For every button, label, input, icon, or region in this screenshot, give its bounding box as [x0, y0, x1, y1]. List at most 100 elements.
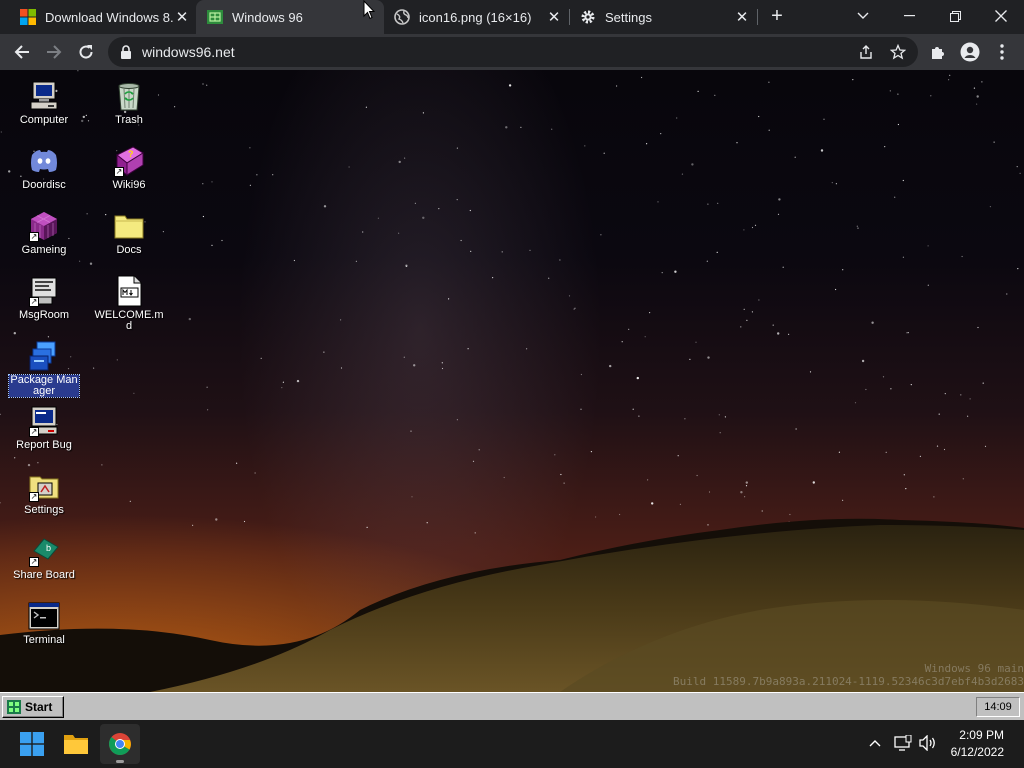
desktop-icon-label: Gameing	[21, 244, 67, 256]
desktop-icon-gameing[interactable]: ↗ Gameing	[9, 210, 79, 256]
windows96-icon	[207, 10, 223, 24]
volume-icon[interactable]	[917, 732, 939, 754]
shortcut-arrow-icon: ↗	[29, 427, 39, 437]
close-window-icon[interactable]	[978, 0, 1024, 32]
tab-icon16[interactable]: icon16.png (16×16) ✕	[384, 0, 568, 34]
gear-icon	[581, 10, 595, 24]
shortcut-arrow-icon: ↗	[29, 557, 39, 567]
kebab-menu-icon	[1000, 44, 1004, 60]
chrome-icon	[108, 733, 131, 755]
desktop-icon-welcome-md[interactable]: WELCOME.md	[94, 275, 164, 332]
extensions-button[interactable]	[924, 38, 952, 66]
reload-button[interactable]	[72, 38, 100, 66]
shortcut-arrow-icon: ↗	[29, 492, 39, 502]
close-tab-icon[interactable]: ✕	[734, 9, 750, 26]
os-taskbar: 2:09 PM 6/12/2022	[0, 720, 1024, 768]
desktop-icon-label: Docs	[116, 244, 142, 256]
package-manager-icon	[29, 341, 56, 371]
trash-icon	[118, 83, 140, 111]
globe-icon	[394, 9, 410, 25]
windows-logo-icon	[20, 732, 44, 756]
svg-text:?: ?	[128, 149, 134, 159]
w96-desktop[interactable]: Computer Doordisc ↗ Gameing ↗ MsgRoom Pa…	[0, 70, 1024, 692]
restore-icon[interactable]	[932, 0, 978, 32]
lock-icon[interactable]	[120, 45, 132, 59]
desktop-icon-label: Computer	[19, 114, 69, 126]
windows-logo-icon	[20, 9, 36, 25]
back-button[interactable]	[8, 38, 36, 66]
share-icon[interactable]	[858, 44, 874, 60]
shortcut-arrow-icon: ↗	[29, 232, 39, 242]
network-icon[interactable]	[892, 732, 914, 754]
clock-date: 6/12/2022	[950, 745, 1004, 759]
browser-toolbar: windows96.net	[0, 34, 1024, 70]
w96-clock[interactable]: 14:09	[976, 697, 1020, 717]
desktop-icon-trash[interactable]: Trash	[94, 80, 164, 126]
desktop-icon-label: Wiki96	[112, 179, 146, 191]
start-label: Start	[25, 700, 53, 714]
desktop-icon-label: Report Bug	[16, 439, 72, 451]
system-clock[interactable]: 2:09 PM 6/12/2022	[951, 727, 1004, 761]
desktop-icon-docs[interactable]: Docs	[94, 210, 164, 256]
windows-start-button[interactable]	[12, 724, 52, 764]
desktop-icon-label: Settings	[24, 504, 64, 516]
desktop-icon-label: Share Board	[13, 569, 75, 581]
tab-windows96[interactable]: Windows 96	[196, 0, 384, 34]
running-indicator	[116, 760, 124, 763]
shortcut-arrow-icon: ↗	[114, 167, 124, 177]
watermark-title: Windows 96 main	[924, 662, 1024, 675]
build-watermark: Windows 96 main Build 11589.7b9a893a.211…	[634, 662, 1024, 688]
desktop-icon-label: MsgRoom	[18, 309, 70, 321]
close-tab-icon[interactable]: ✕	[546, 9, 562, 26]
chrome-taskbar-button[interactable]	[100, 724, 140, 764]
new-tab-button[interactable]: +	[760, 0, 794, 32]
forward-button[interactable]	[40, 38, 68, 66]
desktop-icon-settings[interactable]: ↗ Settings	[9, 470, 79, 516]
desktop-icon-package-manager[interactable]: Package Manager	[8, 340, 80, 398]
arrow-right-icon	[47, 45, 62, 59]
mouse-cursor-icon	[363, 0, 375, 20]
windows96-start-icon	[7, 700, 21, 714]
tab-download-windows[interactable]: Download Windows 8.1 ✕	[2, 0, 196, 34]
profile-button[interactable]	[956, 38, 984, 66]
desktop-icon-label: Doordisc	[22, 179, 66, 191]
folder-icon	[114, 215, 144, 239]
desktop-icon-terminal[interactable]: Terminal	[9, 600, 79, 646]
tab-search-icon[interactable]	[840, 0, 886, 32]
desktop-icon-doordisc[interactable]: Doordisc	[9, 145, 79, 191]
puzzle-icon	[932, 47, 944, 59]
tab-title: Windows 96	[232, 9, 303, 25]
close-tab-icon[interactable]: ✕	[174, 9, 190, 26]
markdown-file-icon	[117, 275, 142, 307]
menu-button[interactable]	[988, 38, 1016, 66]
desktop-icon-label: Trash	[115, 114, 143, 126]
desktop-icon-label: Package Manager	[8, 374, 80, 398]
desktop-icon-share-board[interactable]: b ↗ Share Board	[9, 535, 79, 581]
address-bar[interactable]: windows96.net	[108, 37, 918, 67]
discord-icon	[31, 150, 57, 172]
arrow-left-icon	[14, 45, 29, 59]
file-explorer-button[interactable]	[56, 724, 96, 764]
desktop-icon-label: WELCOME.md	[94, 309, 164, 332]
svg-text:b: b	[46, 543, 51, 553]
clock-time: 2:09 PM	[959, 728, 1004, 742]
tab-separator	[757, 9, 758, 25]
terminal-icon	[28, 602, 60, 630]
desktop-icon-msgroom[interactable]: ↗ MsgRoom	[9, 275, 79, 321]
desktop-icon-wiki96[interactable]: ? ↗ Wiki96	[94, 145, 164, 191]
tab-settings[interactable]: Settings ✕	[570, 0, 756, 34]
desktop-icon-label: Terminal	[23, 634, 65, 646]
tab-title: icon16.png (16×16)	[419, 9, 532, 25]
browser-tab-strip: Download Windows 8.1 ✕ Windows 96 icon16…	[0, 0, 1024, 34]
url-text[interactable]: windows96.net	[142, 44, 235, 60]
watermark-build: Build 11589.7b9a893a.211024-1119.52346c3…	[673, 675, 1024, 688]
bookmark-star-icon[interactable]	[890, 44, 906, 60]
tab-title: Settings	[605, 9, 652, 25]
minimize-icon[interactable]	[886, 0, 932, 32]
avatar-icon	[960, 42, 980, 62]
desktop-icon-computer[interactable]: Computer	[9, 80, 79, 126]
reload-icon	[79, 45, 93, 59]
start-button[interactable]: Start	[2, 696, 64, 718]
show-hidden-icons-chevron-icon[interactable]	[864, 732, 886, 754]
desktop-icon-report-bug[interactable]: ↗ Report Bug	[9, 405, 79, 451]
